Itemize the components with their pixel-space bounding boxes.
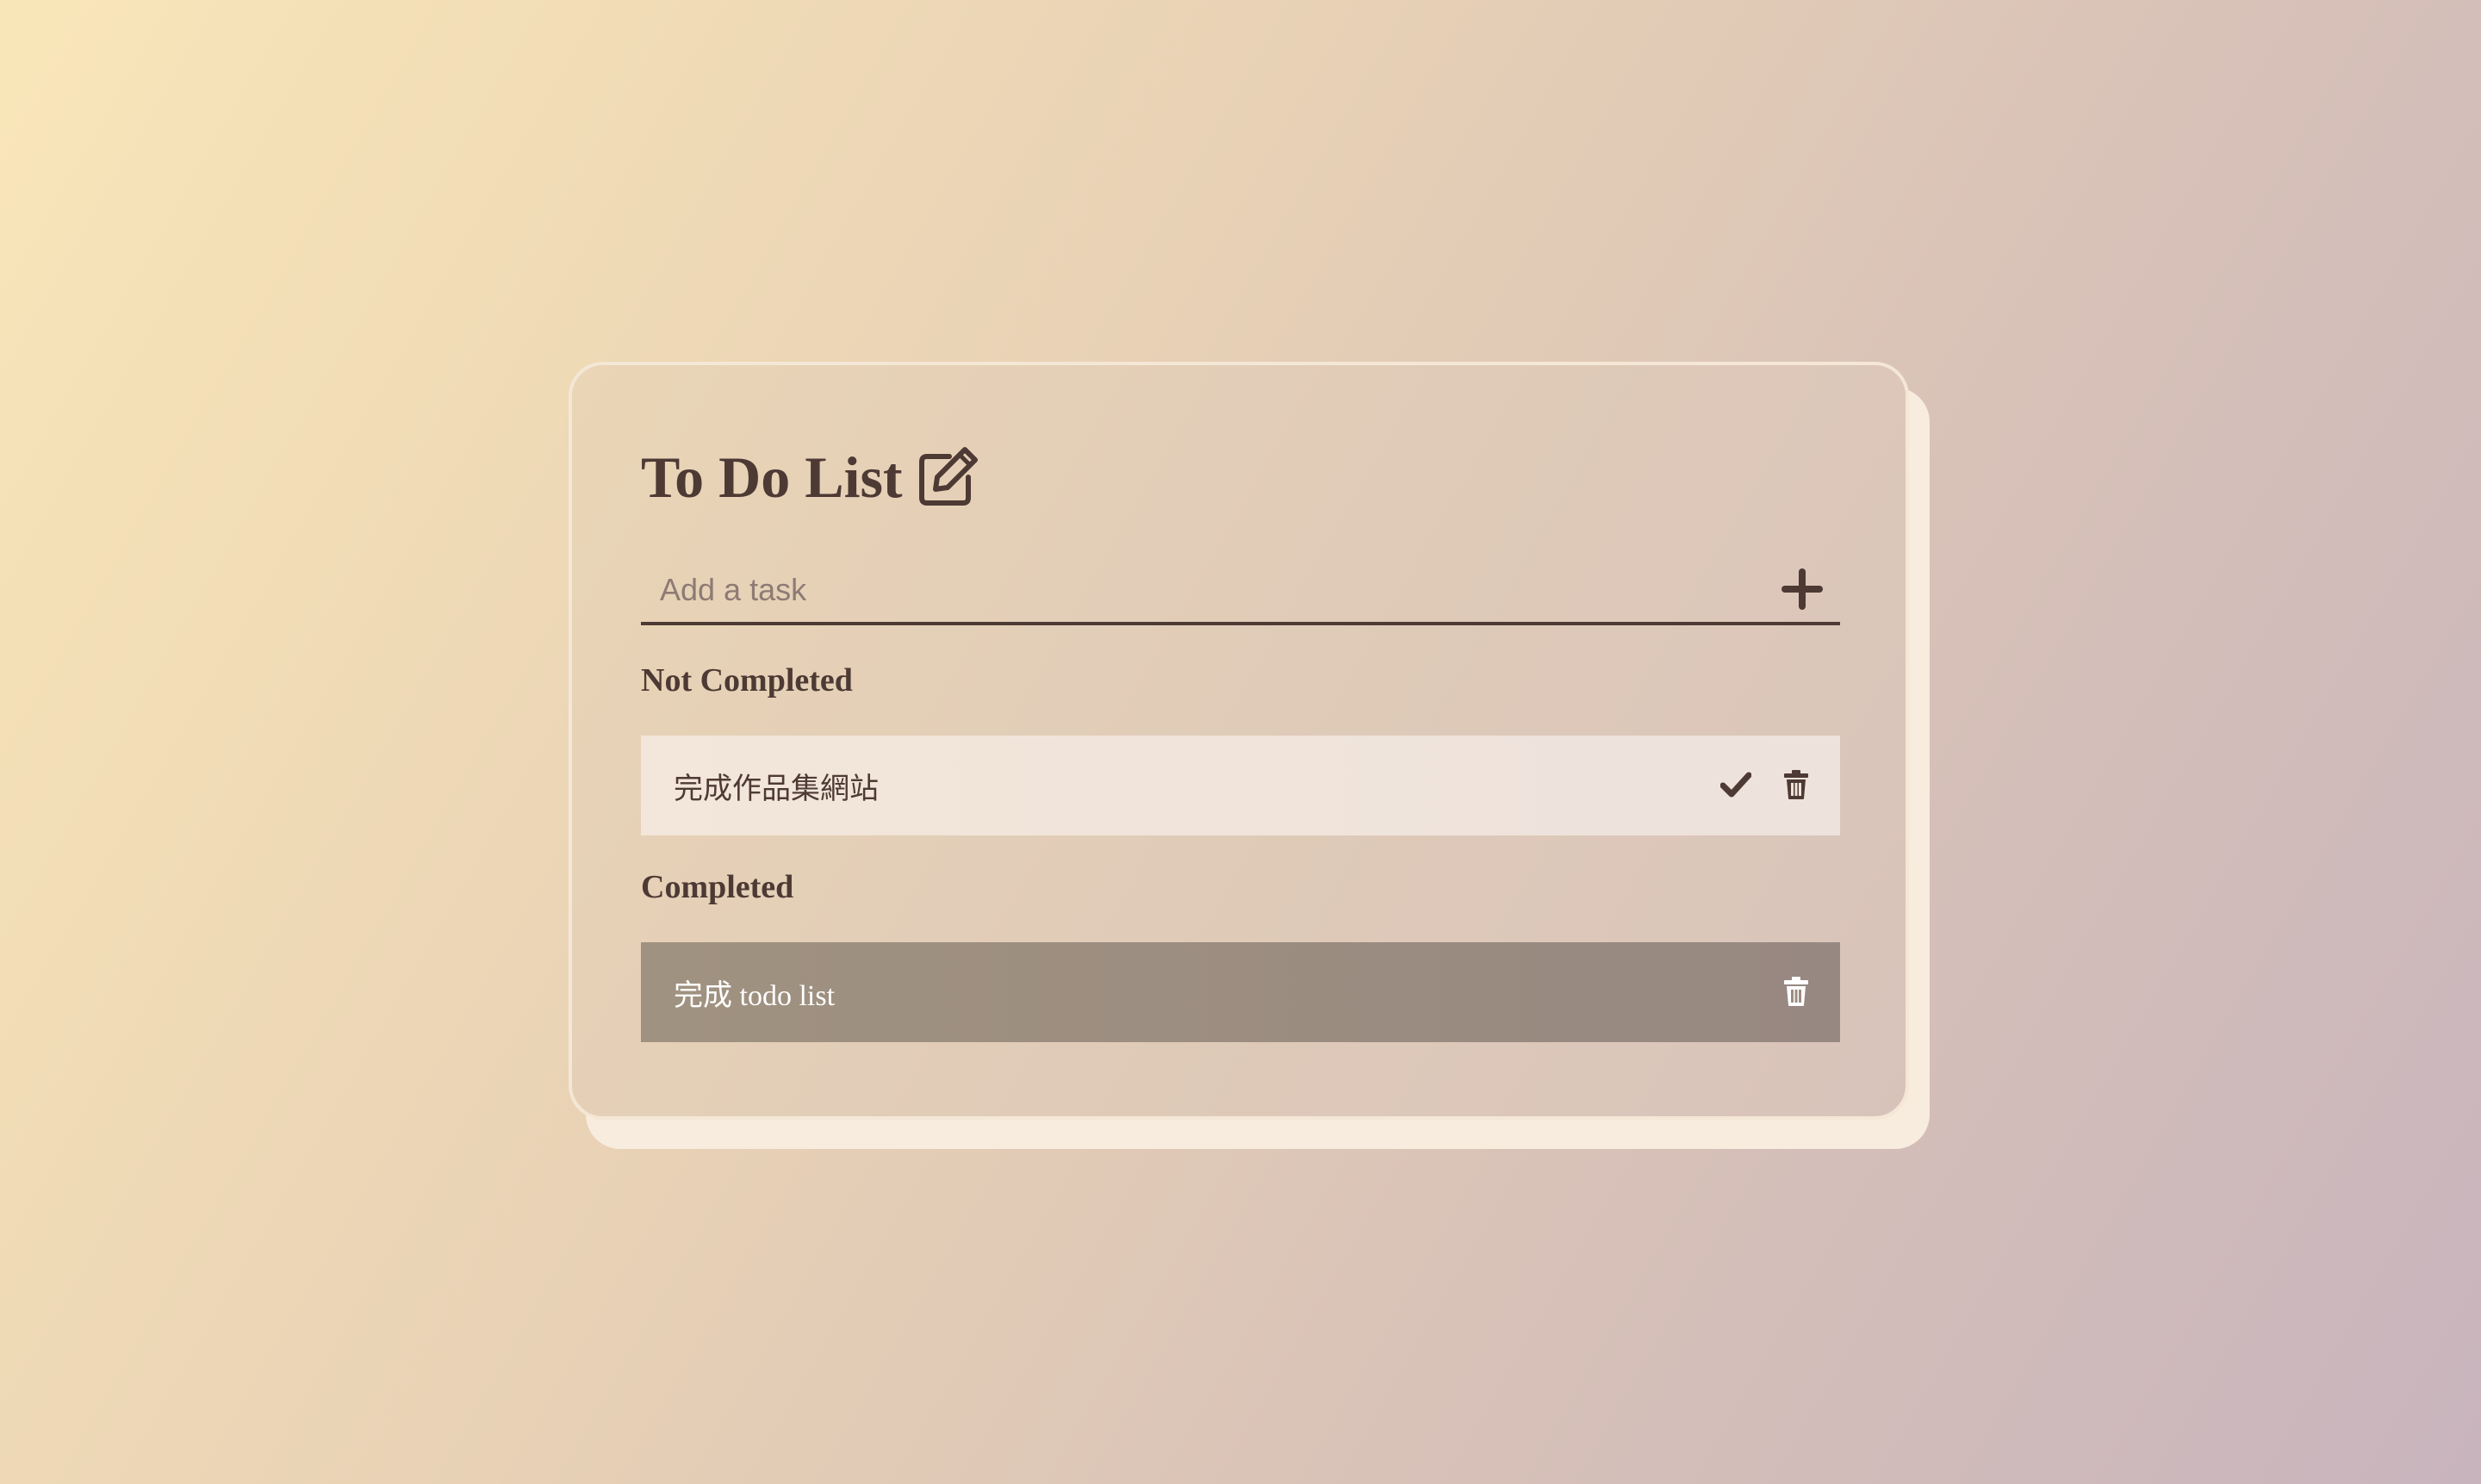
completed-heading: Completed bbox=[641, 869, 794, 905]
plus-icon bbox=[1781, 568, 1823, 612]
task-item-completed: 完成 todo list bbox=[641, 942, 1840, 1042]
delete-task-button[interactable] bbox=[1775, 971, 1818, 1014]
check-icon bbox=[1719, 772, 1752, 800]
complete-task-button[interactable] bbox=[1714, 764, 1757, 807]
add-task-input[interactable] bbox=[641, 560, 1773, 620]
edit-icon bbox=[915, 444, 980, 510]
task-item-not-completed: 完成作品集網站 bbox=[641, 736, 1840, 835]
add-task-row bbox=[641, 558, 1840, 625]
task-text: 完成作品集網站 bbox=[674, 773, 879, 805]
title-row: To Do List bbox=[641, 434, 980, 520]
task-text: 完成 todo list bbox=[674, 979, 836, 1012]
not-completed-heading: Not Completed bbox=[641, 662, 853, 699]
page-title: To Do List bbox=[641, 444, 903, 510]
trash-icon bbox=[1783, 769, 1809, 803]
delete-task-button[interactable] bbox=[1775, 764, 1818, 807]
trash-icon bbox=[1783, 976, 1809, 1009]
todo-card: To Do List Not Completed 完成作品集網站 bbox=[569, 362, 1909, 1120]
add-task-button[interactable] bbox=[1773, 561, 1831, 619]
